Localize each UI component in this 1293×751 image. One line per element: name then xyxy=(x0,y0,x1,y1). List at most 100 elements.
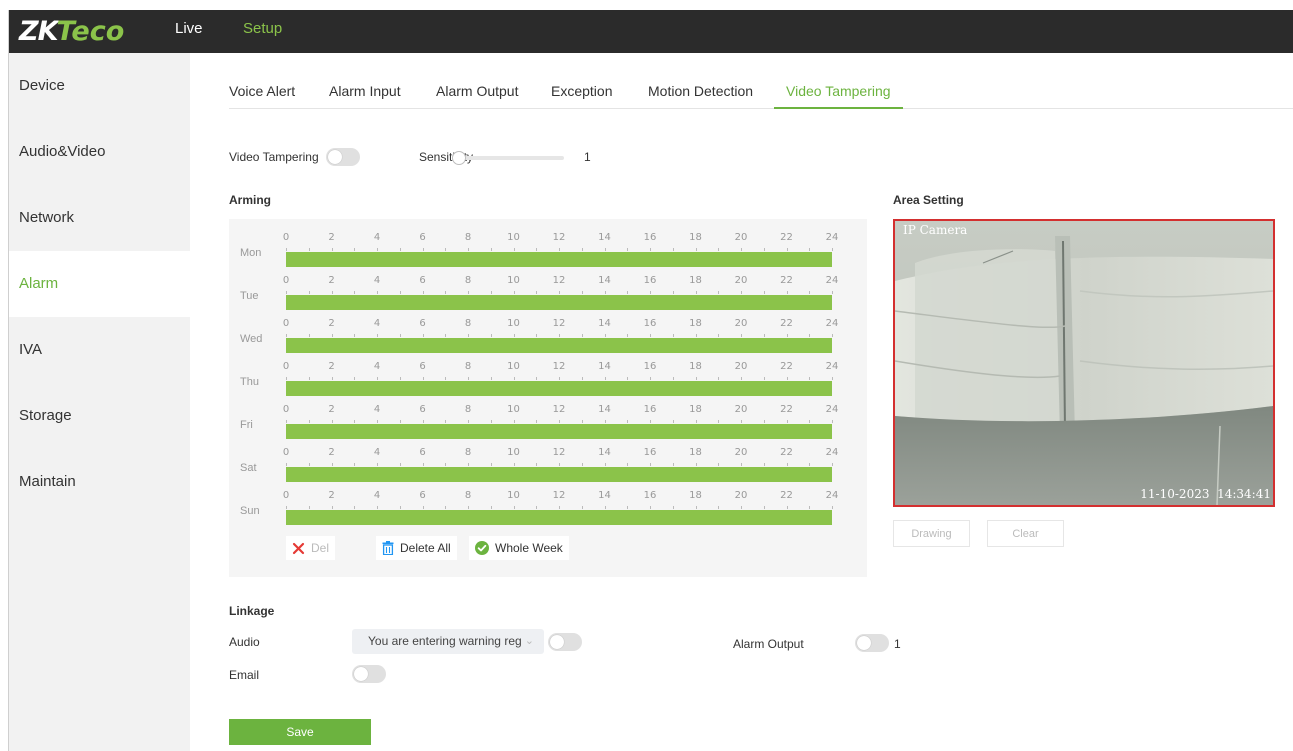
video-tampering-toggle[interactable] xyxy=(326,148,360,166)
sidebar-item-alarm[interactable]: Alarm xyxy=(9,251,190,317)
clear-button[interactable]: Clear xyxy=(987,520,1064,547)
linkage-title: Linkage xyxy=(229,604,275,618)
schedule-bar[interactable] xyxy=(286,338,832,353)
close-icon xyxy=(292,542,305,555)
day-label: Sat xyxy=(240,462,257,474)
hour-tick-label: 8 xyxy=(464,318,472,329)
hour-tick-mark xyxy=(536,334,538,337)
hour-tick-mark xyxy=(308,377,310,380)
sensitivity-slider[interactable] xyxy=(452,151,564,165)
hour-tick-mark xyxy=(604,291,606,294)
hour-tick-label: 10 xyxy=(507,232,520,243)
sidebar-item-device[interactable]: Device xyxy=(9,53,190,119)
hour-tick-label: 4 xyxy=(373,275,381,286)
sidebar-item-audio-video[interactable]: Audio&Video xyxy=(9,119,190,185)
hour-tick-mark xyxy=(809,463,811,466)
hour-tick-label: 16 xyxy=(643,447,657,458)
audio-select[interactable]: You are entering warning reg ⌄ xyxy=(352,629,544,654)
hour-tick-mark xyxy=(490,377,492,380)
check-circle-icon xyxy=(475,541,489,555)
schedule-bar[interactable] xyxy=(286,467,832,482)
hour-tick-mark xyxy=(490,248,492,251)
camera-preview[interactable]: IP Camera 11-10-2023 14:34:41 xyxy=(893,219,1275,507)
hour-tick-label: 2 xyxy=(328,361,335,372)
hour-tick-mark xyxy=(377,377,378,380)
hour-tick-mark xyxy=(650,248,651,251)
hour-tick-label: 18 xyxy=(689,318,702,329)
hour-tick-mark xyxy=(286,334,287,337)
hour-tick-label: 18 xyxy=(689,275,702,286)
schedule-bar[interactable] xyxy=(286,510,832,525)
schedule-bar[interactable] xyxy=(286,381,832,396)
day-label: Sun xyxy=(240,505,260,517)
hour-tick-label: 22 xyxy=(780,447,793,458)
hour-tick-mark xyxy=(422,248,424,251)
hour-tick-label: 4 xyxy=(373,232,381,243)
slider-knob[interactable] xyxy=(452,151,466,165)
schedule-bar[interactable] xyxy=(286,424,832,439)
hour-tick-mark xyxy=(399,334,401,337)
hour-tick-mark xyxy=(422,377,424,380)
hour-tick-mark xyxy=(559,291,560,294)
hour-tick-mark xyxy=(308,506,310,509)
hour-tick-mark xyxy=(377,248,378,251)
hour-tick-label: 12 xyxy=(552,490,566,501)
drawing-button[interactable]: Drawing xyxy=(893,520,970,547)
nav-live[interactable]: Live xyxy=(175,20,203,37)
hour-tick-label: 10 xyxy=(507,447,520,458)
hour-tick-label: 14 xyxy=(598,404,611,415)
audio-label: Audio xyxy=(229,635,260,649)
tab-voice-alert[interactable]: Voice Alert xyxy=(229,83,295,99)
hour-tick-mark xyxy=(422,506,424,509)
hour-tick-mark xyxy=(763,334,765,337)
hour-tick-mark xyxy=(468,334,469,337)
tab-exception[interactable]: Exception xyxy=(551,83,612,99)
schedule-bar[interactable] xyxy=(286,295,832,310)
hour-tick-mark xyxy=(445,291,447,294)
hour-tick-mark xyxy=(513,377,515,380)
hour-tick-mark xyxy=(741,377,742,380)
hour-tick-mark xyxy=(832,377,833,380)
sidebar-item-iva[interactable]: IVA xyxy=(9,317,190,383)
save-button[interactable]: Save xyxy=(229,719,371,745)
hour-tick-label: 12 xyxy=(552,447,566,458)
sidebar-item-storage[interactable]: Storage xyxy=(9,383,190,449)
hour-tick-label: 20 xyxy=(734,490,748,501)
hour-tick-label: 20 xyxy=(734,232,748,243)
hour-tick-mark xyxy=(399,463,401,466)
sidebar-item-maintain[interactable]: Maintain xyxy=(9,449,190,515)
audio-toggle[interactable] xyxy=(548,633,582,651)
tab-motion-detection[interactable]: Motion Detection xyxy=(648,83,753,99)
whole-week-button[interactable]: Whole Week xyxy=(469,536,569,560)
hour-tick-label: 20 xyxy=(734,404,748,415)
del-button[interactable]: Del xyxy=(286,536,336,560)
hour-tick-label: 14 xyxy=(598,361,611,372)
audio-select-value: You are entering warning reg xyxy=(368,634,522,648)
email-toggle[interactable] xyxy=(352,665,386,683)
schedule-bar[interactable] xyxy=(286,252,832,267)
tab-alarm-output[interactable]: Alarm Output xyxy=(436,83,518,99)
day-row-sat: Sat 0 2 4 6 8 10 12 14 16 18 20 22 24 xyxy=(229,439,867,482)
delete-all-button[interactable]: Delete All xyxy=(376,536,457,560)
hour-tick-mark xyxy=(308,463,310,466)
hour-tick-label: 4 xyxy=(373,361,381,372)
hour-tick-label: 0 xyxy=(282,404,290,415)
alarm-output-toggle[interactable] xyxy=(855,634,889,652)
hour-tick-mark xyxy=(763,377,765,380)
hour-tick-label: 2 xyxy=(328,404,335,415)
hour-tick-label: 8 xyxy=(464,275,472,286)
day-label: Tue xyxy=(240,290,259,302)
hour-tick-mark xyxy=(809,334,811,337)
hour-tick-mark xyxy=(354,334,356,337)
tab-alarm-input[interactable]: Alarm Input xyxy=(329,83,401,99)
trash-icon xyxy=(382,541,394,555)
nav-setup[interactable]: Setup xyxy=(243,20,282,37)
sidebar-item-network[interactable]: Network xyxy=(9,185,190,251)
hour-tick-mark xyxy=(490,506,492,509)
hour-tick-mark xyxy=(513,248,515,251)
hour-tick-mark xyxy=(559,463,560,466)
hour-tick-label: 10 xyxy=(507,404,520,415)
tab-video-tampering[interactable]: Video Tampering xyxy=(774,83,903,109)
hour-tick-mark xyxy=(741,248,742,251)
hour-tick-mark xyxy=(604,506,606,509)
